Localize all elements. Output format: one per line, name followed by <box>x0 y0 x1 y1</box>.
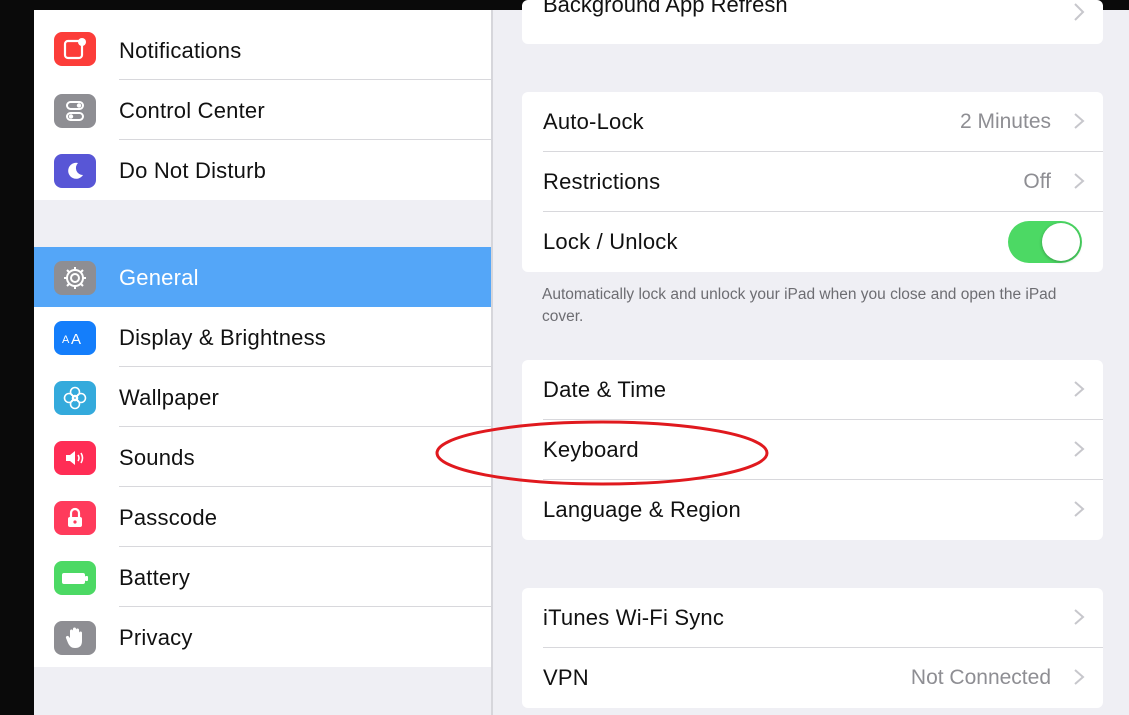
sidebar-item-battery[interactable]: Battery <box>34 547 491 607</box>
chevron-right-icon <box>1074 669 1085 685</box>
sidebar-item-label: Battery <box>119 565 191 590</box>
row-title: Lock / Unlock <box>543 229 678 254</box>
row-title: Restrictions <box>543 169 661 194</box>
chevron-right-icon <box>1074 441 1085 457</box>
sidebar-item-label: Privacy <box>119 625 193 650</box>
notifications-icon <box>54 32 96 66</box>
moon-icon <box>54 154 96 188</box>
chevron-right-icon <box>1074 3 1085 21</box>
chevron-right-icon <box>1074 113 1085 129</box>
auto-lock-value: 2 Minutes <box>959 110 1051 133</box>
row-title: Auto-Lock <box>543 109 644 134</box>
lock-icon <box>54 501 96 535</box>
sidebar-group-general: General AA Display & Brightness Wallpape… <box>34 247 491 667</box>
sidebar-item-general[interactable]: General <box>34 247 491 307</box>
sync-settings-group: iTunes Wi-Fi Sync VPN Not Connected <box>522 588 1103 708</box>
auto-lock-row[interactable]: Auto-Lock 2 Minutes <box>522 92 1103 152</box>
restrictions-row[interactable]: Restrictions Off <box>522 152 1103 212</box>
locale-settings-group: Date & Time Keyboard Language & Region <box>522 360 1103 540</box>
lock-settings-group: Auto-Lock 2 Minutes Restrictions Off Loc… <box>522 92 1103 272</box>
sidebar-item-notifications[interactable]: Notifications <box>34 10 491 80</box>
sidebar-item-privacy[interactable]: Privacy <box>34 607 491 667</box>
sidebar-item-label: General <box>119 265 199 290</box>
gear-icon <box>54 261 96 295</box>
hand-icon <box>54 621 96 655</box>
row-title: Keyboard <box>543 437 639 462</box>
sidebar-item-sounds[interactable]: Sounds <box>34 427 491 487</box>
background-app-refresh-row[interactable]: Background App Refresh <box>522 0 1103 44</box>
chevron-right-icon <box>1074 173 1085 189</box>
svg-text:A: A <box>71 331 81 348</box>
language-region-row[interactable]: Language & Region <box>522 480 1103 540</box>
sidebar-item-do-not-disturb[interactable]: Do Not Disturb <box>34 140 491 200</box>
display-aa-icon: AA <box>54 321 96 355</box>
sidebar-item-label: Control Center <box>119 98 265 123</box>
speaker-icon <box>54 441 96 475</box>
sidebar-item-label: Wallpaper <box>119 385 220 410</box>
itunes-wifi-sync-row[interactable]: iTunes Wi-Fi Sync <box>522 588 1103 648</box>
chevron-right-icon <box>1074 609 1085 625</box>
sidebar-item-control-center[interactable]: Control Center <box>34 80 491 140</box>
lock-unlock-toggle[interactable] <box>1008 221 1082 263</box>
sidebar-item-wallpaper[interactable]: Wallpaper <box>34 367 491 427</box>
chevron-right-icon <box>1074 381 1085 397</box>
row-title: Background App Refresh <box>543 0 788 17</box>
screen-frame-left <box>0 0 34 715</box>
lock-footnote: Automatically lock and unlock your iPad … <box>542 286 1057 325</box>
sidebar-item-label: Notifications <box>119 38 242 63</box>
svg-text:A: A <box>62 334 70 346</box>
control-center-icon <box>54 94 96 128</box>
lock-unlock-row: Lock / Unlock <box>522 212 1103 272</box>
row-title: Language & Region <box>543 497 741 522</box>
vpn-row[interactable]: VPN Not Connected <box>522 648 1103 708</box>
battery-icon <box>54 561 96 595</box>
sidebar-group-system: Notifications Control Center Do Not Dist… <box>34 10 491 200</box>
sidebar-item-label: Sounds <box>119 445 195 470</box>
general-settings-pane: Background App Refresh Auto-Lock 2 Minut… <box>493 0 1129 715</box>
sidebar-item-label: Do Not Disturb <box>119 158 267 183</box>
restrictions-value: Off <box>1023 170 1051 193</box>
toggle-knob <box>1042 223 1080 261</box>
keyboard-row[interactable]: Keyboard <box>522 420 1103 480</box>
sidebar-item-label: Passcode <box>119 505 218 530</box>
row-title: iTunes Wi-Fi Sync <box>543 605 725 630</box>
sidebar-item-passcode[interactable]: Passcode <box>34 487 491 547</box>
sidebar-item-label: Display & Brightness <box>119 325 326 350</box>
sidebar-item-display-brightness[interactable]: AA Display & Brightness <box>34 307 491 367</box>
vpn-status-value: Not Connected <box>910 666 1051 689</box>
row-title: Date & Time <box>543 377 667 402</box>
date-time-row[interactable]: Date & Time <box>522 360 1103 420</box>
flower-icon <box>54 381 96 415</box>
row-title: VPN <box>543 665 589 690</box>
settings-sidebar: Notifications Control Center Do Not Dist… <box>34 10 491 715</box>
chevron-right-icon <box>1074 501 1085 517</box>
